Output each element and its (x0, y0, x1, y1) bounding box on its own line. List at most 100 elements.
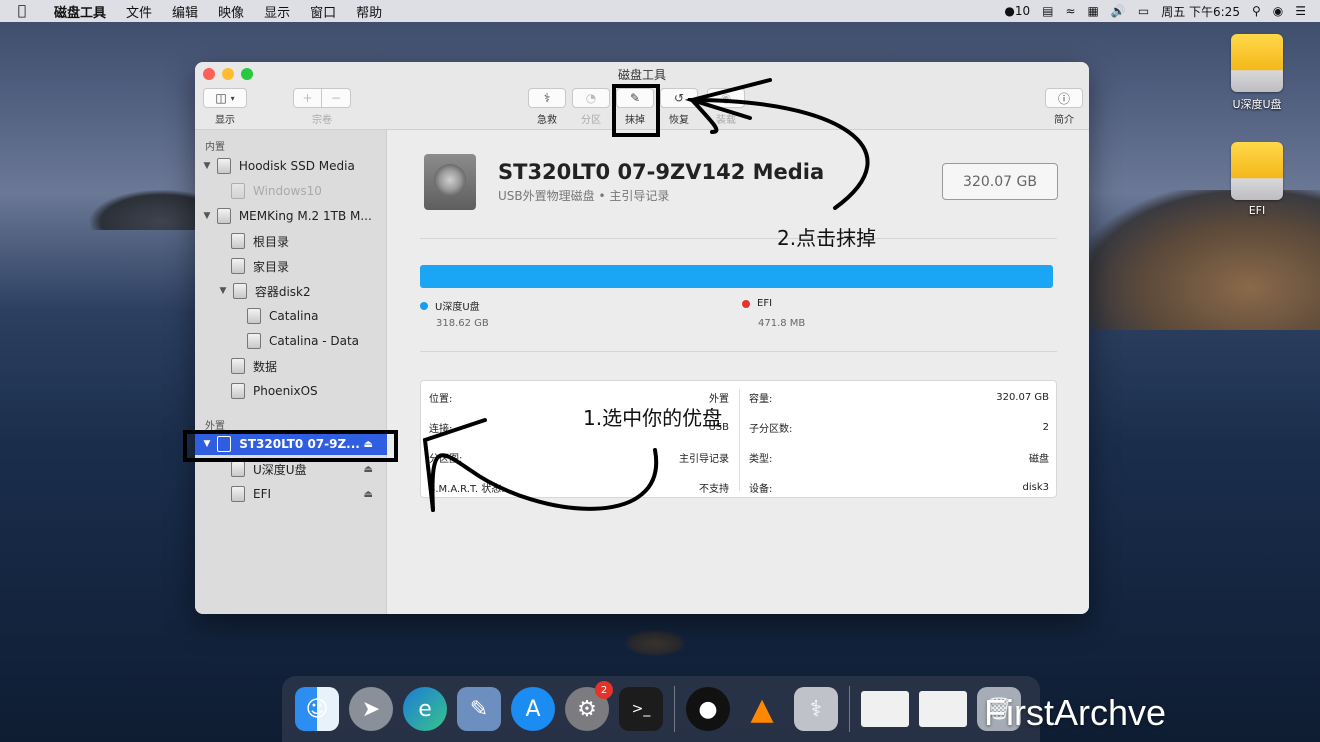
legend-partition-name: EFI (757, 298, 773, 309)
sidebar-item-disk[interactable]: ▼ MEMKing M.2 1TB M... (195, 205, 387, 227)
hard-disk-large-icon (424, 154, 476, 210)
hard-disk-icon (216, 158, 231, 174)
sidebar-section-internal: 内置 (205, 142, 225, 153)
desktop-drive-udeep[interactable]: U深度U盘 (1212, 34, 1302, 112)
info-key: 分区图: (429, 453, 463, 465)
volume-icon-disk (231, 183, 245, 199)
volume-group: + − 宗卷 (293, 88, 351, 126)
disclosure-triangle-icon[interactable]: ▼ (217, 286, 229, 296)
eject-icon[interactable]: ⏏ (364, 489, 373, 500)
menu-app-name[interactable]: 磁盘工具 (44, 2, 116, 21)
menu-edit[interactable]: 编辑 (162, 2, 208, 21)
restore-button[interactable]: ↺ (660, 88, 698, 108)
window-thumbnail-icon[interactable] (861, 691, 909, 727)
menu-help[interactable]: 帮助 (346, 2, 392, 21)
finder-icon[interactable]: ☺ (295, 687, 339, 731)
menu-image[interactable]: 映像 (208, 2, 254, 21)
add-volume-button[interactable]: + (293, 88, 322, 108)
volume-icon[interactable]: 🔊 (1111, 4, 1126, 18)
control-center-icon[interactable]: ☰ (1295, 4, 1306, 18)
info-key: 设备: (749, 483, 773, 495)
eject-icon[interactable]: ⏏ (364, 464, 373, 475)
mount-group[interactable]: ◉ 装载 (707, 88, 745, 126)
external-drive-icon (1231, 142, 1283, 200)
vlc-icon[interactable]: ▲ (740, 687, 784, 731)
annotation-step2: 2.点击抹掉 (777, 226, 877, 250)
volume-icon-disk (247, 308, 261, 324)
edge-icon[interactable]: e (403, 687, 447, 731)
sidebar-item-volume[interactable]: 数据 (195, 355, 387, 377)
mount-button[interactable]: ◉ (707, 88, 745, 108)
window-thumbnail-icon[interactable] (919, 691, 967, 727)
menu-file[interactable]: 文件 (116, 2, 162, 21)
disk-name: ST320LT0 07-9ZV142 Media (498, 160, 825, 184)
apple-menu-icon[interactable]:  (0, 3, 44, 19)
qq-icon[interactable]: ● (686, 687, 730, 731)
terminal-icon[interactable]: >_ (619, 687, 663, 731)
drive-status-icon[interactable]: ▤ (1042, 4, 1053, 18)
sidebar-item-external-volume[interactable]: EFI ⏏ (195, 483, 387, 505)
disk-info-table: 位置: 外置 连接: USB 分区图: 主引导记录 S.M.A.R.T. 状态:… (420, 380, 1057, 498)
menu-view[interactable]: 显示 (254, 2, 300, 21)
info-label: 简介 (1054, 115, 1074, 126)
menubar:  磁盘工具 文件 编辑 映像 显示 窗口 帮助 ●10 ▤ ≈ ▦ 🔊 ▭ 周… (0, 0, 1320, 22)
volume-icon-disk (247, 333, 261, 349)
info-group[interactable]: ⓘ 简介 (1045, 88, 1083, 126)
sidebar-item-volume[interactable]: PhoenixOS (195, 380, 387, 402)
clock[interactable]: 周五 下午6:25 (1161, 3, 1240, 20)
system-preferences-icon[interactable]: ⚙ 2 (565, 681, 613, 731)
first-aid-button[interactable]: ⚕ (528, 88, 566, 108)
disclosure-triangle-icon[interactable]: ▼ (201, 211, 213, 221)
sidebar-item-volume[interactable]: Catalina (195, 305, 387, 327)
preview-icon[interactable]: ✎ (457, 687, 501, 731)
app-store-icon[interactable]: A (511, 687, 555, 731)
info-key: 子分区数: (749, 423, 793, 435)
sidebar-item-volume[interactable]: Catalina - Data (195, 330, 387, 352)
restore-label: 恢复 (669, 115, 689, 126)
view-button[interactable]: ◫ ▾ (203, 88, 247, 108)
disclosure-triangle-icon[interactable]: ▼ (201, 161, 213, 171)
spotlight-search-icon[interactable]: ⚲ (1252, 4, 1261, 18)
sidebar-item-label: 家目录 (253, 259, 290, 274)
desktop-drive-efi[interactable]: EFI (1212, 142, 1302, 217)
info-row: 分区图: 主引导记录 (429, 442, 729, 472)
partition-button[interactable]: ◔ (572, 88, 610, 108)
sidebar-item-container[interactable]: ▼ 容器disk2 (195, 280, 387, 302)
capacity-box: 320.07 GB (942, 163, 1058, 200)
sidebar-item-disk[interactable]: ▼ Hoodisk SSD Media (195, 155, 387, 177)
annotation-box-disk (183, 430, 398, 462)
landscape-island-left (90, 190, 210, 230)
partition-group[interactable]: ◔ 分区 (572, 88, 610, 126)
menu-window[interactable]: 窗口 (300, 2, 346, 21)
launchpad-icon[interactable]: ➤ (349, 687, 393, 731)
info-button[interactable]: ⓘ (1045, 88, 1083, 108)
sidebar-item-volume[interactable]: Windows10 (195, 180, 387, 202)
info-row: S.M.A.R.T. 状态: 不支持 (429, 472, 729, 502)
input-method-icon[interactable]: ▦ (1088, 4, 1099, 18)
sidebar-item-label: Catalina - Data (269, 334, 360, 348)
volume-icon-disk (231, 383, 245, 399)
sidebar-item-label: 数据 (253, 359, 278, 374)
first-aid-group[interactable]: ⚕ 急救 (528, 88, 566, 126)
usage-bar (420, 265, 1053, 288)
sidebar-item-label: Hoodisk SSD Media (238, 159, 355, 173)
remove-volume-button[interactable]: − (322, 88, 351, 108)
disk-utility-icon[interactable]: ⚕ (794, 687, 838, 731)
volume-icon-disk (231, 461, 245, 477)
legend-color-dot (420, 301, 428, 310)
wifi-icon[interactable]: ≈ (1065, 4, 1075, 18)
divider (420, 351, 1057, 352)
sidebar-item-volume[interactable]: 根目录 (195, 230, 387, 252)
sidebar-item-volume[interactable]: 家目录 (195, 255, 387, 277)
legend-partition-name: U深度U盘 (435, 302, 480, 313)
desktop-drive-label: U深度U盘 (1232, 98, 1282, 111)
notification-count: 10 (1014, 4, 1031, 18)
sidebar: 内置 ▼ Hoodisk SSD Media Windows10 ▼ MEMKi… (195, 130, 387, 614)
chevron-down-icon: ▾ (230, 93, 235, 103)
disk-utility-window: 磁盘工具 ◫ ▾ 显示 + − 宗卷 ⚕ 急救 ◔ 分区 ✎ 抹掉 ↺ 恢复 ◉… (195, 62, 1089, 614)
restore-group[interactable]: ↺ 恢复 (660, 88, 698, 126)
battery-icon[interactable]: ▭ (1138, 4, 1149, 18)
siri-icon[interactable]: ◉ (1273, 4, 1283, 18)
qq-status-icon[interactable]: ●10 (1004, 4, 1030, 18)
annotation-step1: 1.选中你的优盘 (583, 406, 723, 430)
